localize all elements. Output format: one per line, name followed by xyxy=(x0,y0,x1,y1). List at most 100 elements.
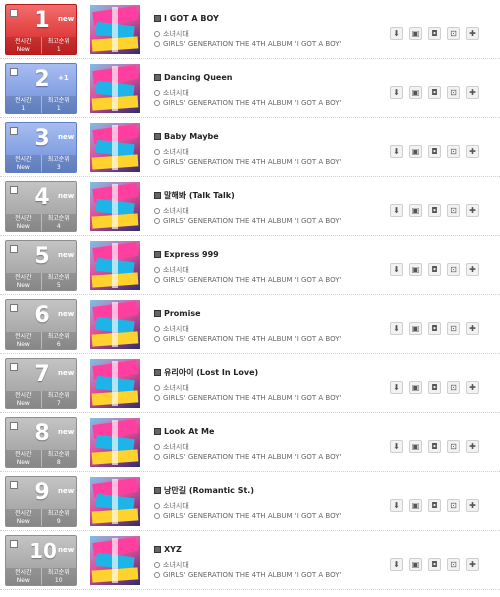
album-name[interactable]: GIRLS' GENERATION THE 4TH ALBUM 'I GOT A… xyxy=(163,394,341,402)
song-title[interactable]: Dancing Queen xyxy=(164,73,232,82)
plus-icon[interactable]: ✚ xyxy=(466,145,479,158)
row-checkbox[interactable] xyxy=(10,245,18,253)
row-checkbox[interactable] xyxy=(10,68,18,76)
download-icon[interactable]: ⬇ xyxy=(390,145,403,158)
add-icon[interactable]: ▣ xyxy=(409,86,422,99)
album-cover[interactable] xyxy=(90,182,140,231)
plus-icon[interactable]: ✚ xyxy=(466,558,479,571)
download-icon[interactable]: ⬇ xyxy=(390,263,403,276)
share-icon[interactable]: ⊡ xyxy=(447,558,460,571)
album-cover[interactable] xyxy=(90,359,140,408)
plus-icon[interactable]: ✚ xyxy=(466,440,479,453)
share-icon[interactable]: ⊡ xyxy=(447,440,460,453)
share-icon[interactable]: ⊡ xyxy=(447,27,460,40)
artist-name[interactable]: 소녀시대 xyxy=(163,501,189,511)
album-name[interactable]: GIRLS' GENERATION THE 4TH ALBUM 'I GOT A… xyxy=(163,276,341,284)
artist-name[interactable]: 소녀시대 xyxy=(163,442,189,452)
album-name[interactable]: GIRLS' GENERATION THE 4TH ALBUM 'I GOT A… xyxy=(163,40,341,48)
album-name[interactable]: GIRLS' GENERATION THE 4TH ALBUM 'I GOT A… xyxy=(163,512,341,520)
row-checkbox[interactable] xyxy=(10,186,18,194)
album-cover[interactable] xyxy=(90,418,140,467)
download-icon[interactable]: ⬇ xyxy=(390,322,403,335)
download-icon[interactable]: ⬇ xyxy=(390,204,403,217)
album-name[interactable]: GIRLS' GENERATION THE 4TH ALBUM 'I GOT A… xyxy=(163,571,341,579)
artist-name[interactable]: 소녀시대 xyxy=(163,383,189,393)
plus-icon[interactable]: ✚ xyxy=(466,381,479,394)
share-icon[interactable]: ⊡ xyxy=(447,204,460,217)
video-icon[interactable]: ◘ xyxy=(428,204,441,217)
album-name[interactable]: GIRLS' GENERATION THE 4TH ALBUM 'I GOT A… xyxy=(163,335,341,343)
share-icon[interactable]: ⊡ xyxy=(447,322,460,335)
add-icon[interactable]: ▣ xyxy=(409,263,422,276)
add-icon[interactable]: ▣ xyxy=(409,27,422,40)
share-icon[interactable]: ⊡ xyxy=(447,499,460,512)
plus-icon[interactable]: ✚ xyxy=(466,322,479,335)
album-name[interactable]: GIRLS' GENERATION THE 4TH ALBUM 'I GOT A… xyxy=(163,158,341,166)
plus-icon[interactable]: ✚ xyxy=(466,86,479,99)
download-icon[interactable]: ⬇ xyxy=(390,558,403,571)
song-title[interactable]: Express 999 xyxy=(164,250,219,259)
album-cover[interactable] xyxy=(90,477,140,526)
add-icon[interactable]: ▣ xyxy=(409,322,422,335)
album-cover[interactable] xyxy=(90,241,140,290)
video-icon[interactable]: ◘ xyxy=(428,440,441,453)
artist-name[interactable]: 소녀시대 xyxy=(163,206,189,216)
album-cover[interactable] xyxy=(90,300,140,349)
video-icon[interactable]: ◘ xyxy=(428,381,441,394)
plus-icon[interactable]: ✚ xyxy=(466,204,479,217)
song-title[interactable]: 말해봐 (Talk Talk) xyxy=(164,190,235,201)
album-cover[interactable] xyxy=(90,536,140,585)
video-icon[interactable]: ◘ xyxy=(428,322,441,335)
row-checkbox[interactable] xyxy=(10,422,18,430)
row-checkbox[interactable] xyxy=(10,127,18,135)
add-icon[interactable]: ▣ xyxy=(409,499,422,512)
download-icon[interactable]: ⬇ xyxy=(390,440,403,453)
artist-name[interactable]: 소녀시대 xyxy=(163,29,189,39)
album-cover[interactable] xyxy=(90,5,140,54)
plus-icon[interactable]: ✚ xyxy=(466,27,479,40)
song-title[interactable]: Baby Maybe xyxy=(164,132,219,141)
plus-icon[interactable]: ✚ xyxy=(466,263,479,276)
download-icon[interactable]: ⬇ xyxy=(390,381,403,394)
album-name[interactable]: GIRLS' GENERATION THE 4TH ALBUM 'I GOT A… xyxy=(163,217,341,225)
artist-name[interactable]: 소녀시대 xyxy=(163,88,189,98)
video-icon[interactable]: ◘ xyxy=(428,558,441,571)
download-icon[interactable]: ⬇ xyxy=(390,86,403,99)
song-title[interactable]: XYZ xyxy=(164,545,182,554)
song-title[interactable]: Look At Me xyxy=(164,427,214,436)
share-icon[interactable]: ⊡ xyxy=(447,263,460,276)
share-icon[interactable]: ⊡ xyxy=(447,381,460,394)
video-icon[interactable]: ◘ xyxy=(428,145,441,158)
album-cover[interactable] xyxy=(90,123,140,172)
add-icon[interactable]: ▣ xyxy=(409,204,422,217)
add-icon[interactable]: ▣ xyxy=(409,145,422,158)
row-checkbox[interactable] xyxy=(10,9,18,17)
artist-name[interactable]: 소녀시대 xyxy=(163,265,189,275)
share-icon[interactable]: ⊡ xyxy=(447,145,460,158)
row-checkbox[interactable] xyxy=(10,304,18,312)
video-icon[interactable]: ◘ xyxy=(428,86,441,99)
video-icon[interactable]: ◘ xyxy=(428,263,441,276)
song-title[interactable]: I GOT A BOY xyxy=(164,14,219,23)
artist-name[interactable]: 소녀시대 xyxy=(163,560,189,570)
download-icon[interactable]: ⬇ xyxy=(390,499,403,512)
song-title[interactable]: 낭만길 (Romantic St.) xyxy=(164,485,254,496)
row-checkbox[interactable] xyxy=(10,540,18,548)
row-checkbox[interactable] xyxy=(10,363,18,371)
artist-name[interactable]: 소녀시대 xyxy=(163,324,189,334)
song-title[interactable]: 유리아이 (Lost In Love) xyxy=(164,367,258,378)
download-icon[interactable]: ⬇ xyxy=(390,27,403,40)
video-icon[interactable]: ◘ xyxy=(428,27,441,40)
song-title[interactable]: Promise xyxy=(164,309,201,318)
video-icon[interactable]: ◘ xyxy=(428,499,441,512)
album-name[interactable]: GIRLS' GENERATION THE 4TH ALBUM 'I GOT A… xyxy=(163,453,341,461)
add-icon[interactable]: ▣ xyxy=(409,381,422,394)
album-name[interactable]: GIRLS' GENERATION THE 4TH ALBUM 'I GOT A… xyxy=(163,99,341,107)
row-checkbox[interactable] xyxy=(10,481,18,489)
share-icon[interactable]: ⊡ xyxy=(447,86,460,99)
add-icon[interactable]: ▣ xyxy=(409,440,422,453)
artist-name[interactable]: 소녀시대 xyxy=(163,147,189,157)
plus-icon[interactable]: ✚ xyxy=(466,499,479,512)
add-icon[interactable]: ▣ xyxy=(409,558,422,571)
album-cover[interactable] xyxy=(90,64,140,113)
